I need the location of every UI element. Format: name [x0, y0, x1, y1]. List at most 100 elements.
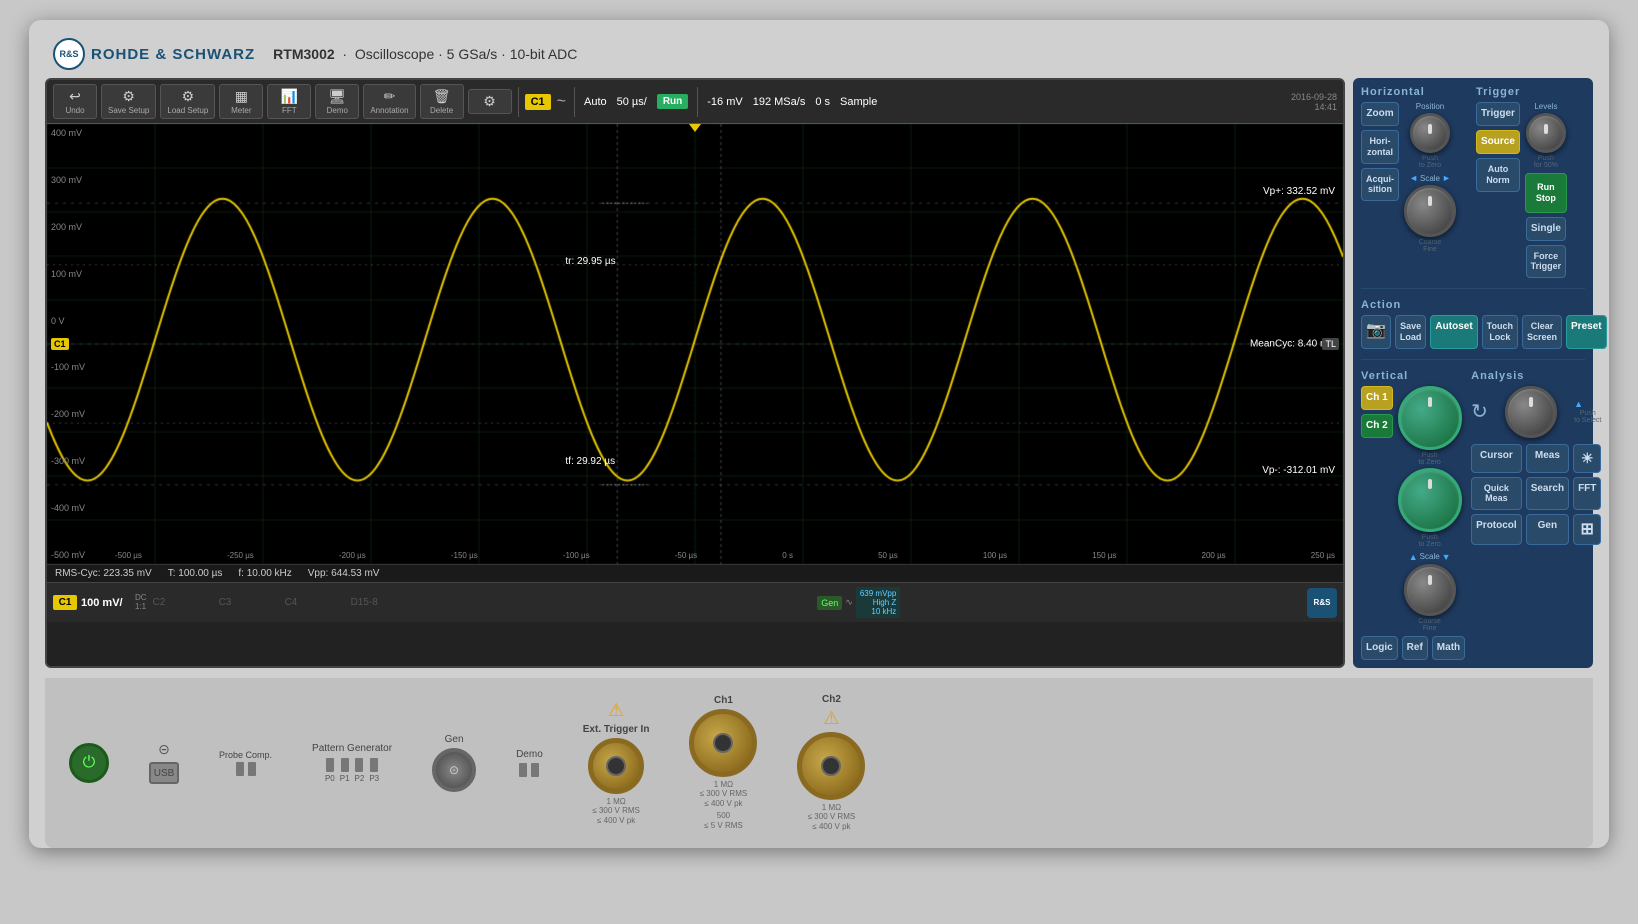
run-status-readout: Run	[657, 94, 688, 109]
source-button[interactable]: Source	[1476, 130, 1520, 154]
horizontal-controls: Zoom Hori- zontal Acqui- sition Position…	[1361, 102, 1470, 253]
bottom-panel: ⏻ ⊝ USB Probe Comp. Pattern Generator P0	[45, 678, 1593, 848]
analysis-title: Analysis	[1471, 370, 1601, 382]
run-stop-button[interactable]: Run Stop	[1525, 173, 1567, 213]
refresh-icon[interactable]: ↻	[1471, 399, 1488, 424]
model-info: RTM3002 · Oscilloscope · 5 GSa/s · 10-bi…	[273, 46, 577, 62]
p0-label: P0	[325, 774, 335, 783]
load-setup-icon: ⚙	[182, 88, 195, 105]
toolbar: ↩ Undo ⚙ Save Setup ⚙ Load Setup ▦ Meter…	[47, 80, 1343, 124]
horizontal-button[interactable]: Hori- zontal	[1361, 130, 1399, 164]
save-setup-icon: ⚙	[122, 88, 135, 105]
logic-button[interactable]: Logic	[1361, 636, 1398, 660]
analysis-grid: Cursor Meas ☀ Quick Meas Search FFT Prot…	[1471, 444, 1601, 546]
power-button[interactable]: ⏻	[69, 743, 109, 783]
sample-rate-val: 192 MSa/s	[753, 96, 806, 108]
save-load-button[interactable]: Save Load	[1395, 315, 1427, 349]
demo-button[interactable]: 🖥 Demo	[315, 84, 359, 119]
brightness-button[interactable]: ☀	[1573, 444, 1601, 473]
probe-comp-section: Probe Comp.	[219, 750, 272, 776]
channel-indicator: C1	[525, 94, 551, 110]
delete-button[interactable]: 🗑 Delete	[420, 84, 464, 119]
quick-meas-button[interactable]: Quick Meas	[1471, 477, 1522, 511]
ref-button[interactable]: Ref	[1402, 636, 1428, 660]
brand-name: ROHDE & SCHWARZ	[91, 46, 255, 63]
zoom-button[interactable]: Zoom	[1361, 102, 1399, 126]
force-trigger-button[interactable]: Force Trigger	[1526, 245, 1567, 279]
brand-logo: R&S ROHDE & SCHWARZ	[53, 38, 255, 70]
analysis-knob[interactable]	[1505, 386, 1557, 438]
vpp-badge: 639 mVpp High Z 10 kHz	[856, 587, 900, 618]
analysis-knob-labels: ▲ Push to Select	[1574, 399, 1601, 424]
save-setup-button[interactable]: ⚙ Save Setup	[101, 84, 156, 119]
settings-button[interactable]: ⚙	[468, 89, 512, 114]
autoset-button[interactable]: Autoset	[1430, 315, 1477, 349]
clear-screen-button[interactable]: Clear Screen	[1522, 315, 1562, 349]
trigger-button[interactable]: Trigger	[1476, 102, 1520, 126]
acquisition-button[interactable]: Acqui- sition	[1361, 168, 1399, 202]
ch1-slot: C1 100 mV/ DC 1:1	[53, 594, 147, 612]
math-button[interactable]: Math	[1432, 636, 1465, 660]
cursor-button[interactable]: Cursor	[1471, 444, 1522, 473]
preset-button[interactable]: Preset	[1566, 315, 1607, 349]
analysis-fft-button[interactable]: FFT	[1573, 477, 1601, 511]
bnc-inner-ch1	[713, 733, 733, 753]
fft-button[interactable]: 📊 FFT	[267, 84, 311, 119]
undo-button[interactable]: ↩ Undo	[53, 84, 97, 119]
model-number: RTM3002	[273, 46, 334, 62]
position-knob-area: Position Push to Zero ◄ Scale ► Coarse F…	[1404, 102, 1456, 253]
load-setup-label: Load Setup	[167, 106, 208, 115]
acquisition-mode: Auto	[584, 96, 607, 108]
ch1-button[interactable]: Ch 1	[1361, 386, 1393, 410]
demo-label: Demo	[327, 106, 348, 115]
ext-trigger-label: Ext. Trigger In	[583, 724, 650, 735]
v-position-knob-ch2[interactable]	[1398, 468, 1462, 532]
gen-label: Gen	[445, 734, 464, 745]
v-scale-knob[interactable]	[1404, 564, 1456, 616]
ch4-slot[interactable]: C4	[285, 597, 345, 608]
action-section: Action 📷 Save Load Autoset Touch Lock Cl…	[1361, 299, 1585, 349]
meter-button[interactable]: ▦ Meter	[219, 84, 263, 119]
p0-pin: P0	[325, 758, 335, 783]
usb-section: ⊝ USB	[149, 741, 179, 784]
protocol-button[interactable]: Protocol	[1471, 514, 1522, 545]
search-button[interactable]: Search	[1526, 477, 1569, 511]
annotation-button[interactable]: ✏ Annotation	[363, 84, 415, 119]
freq-status: f: 10.00 kHz	[238, 568, 291, 579]
p3-label: P3	[369, 774, 379, 783]
v-position-knob-ch1[interactable]	[1398, 386, 1462, 450]
position-knob[interactable]	[1410, 113, 1450, 153]
trigger-levels-knob[interactable]	[1526, 113, 1566, 153]
ch2-connector-section: Ch2 ⚠ 1 MΩ≤ 300 V RMS≤ 400 V pk	[797, 694, 865, 832]
gen-analysis-button[interactable]: Gen	[1526, 514, 1569, 545]
push-to-zero-label: Push to Zero	[1419, 155, 1441, 169]
auto-norm-button[interactable]: Auto Norm	[1476, 158, 1520, 192]
trigger-buttons: Trigger Source Auto Norm	[1476, 102, 1520, 278]
demo-pin-1	[519, 763, 527, 777]
touch-lock-button[interactable]: Touch Lock	[1482, 315, 1518, 349]
ch2-connector-label: Ch2	[822, 694, 841, 705]
fft-label: FFT	[282, 106, 297, 115]
d15-8-slot[interactable]: D15-8	[351, 597, 411, 608]
ch2-button[interactable]: Ch 2	[1361, 414, 1393, 438]
trigger-knob-area: Levels Push for 50% Run Stop Single Forc…	[1525, 102, 1567, 278]
vertical-title: Vertical	[1361, 370, 1465, 382]
ch3-slot[interactable]: C3	[219, 597, 279, 608]
ch2-slot[interactable]: C2	[153, 597, 213, 608]
toolbar-separator-2	[574, 87, 575, 117]
oscilloscope-display: 400 mV 300 mV 200 mV 100 mV 0 V -100 mV …	[47, 124, 1343, 564]
meas-button[interactable]: Meas	[1526, 444, 1569, 473]
apps-button[interactable]: ⊞	[1573, 514, 1601, 545]
fft-icon: 📊	[281, 88, 298, 105]
ch1-specs-label: 1 MΩ≤ 300 V RMS≤ 400 V pk	[700, 780, 748, 809]
single-button[interactable]: Single	[1526, 217, 1566, 241]
load-setup-button[interactable]: ⚙ Load Setup	[160, 84, 215, 119]
ch1-badge[interactable]: C1	[53, 595, 77, 610]
vert-analysis-row: Vertical Ch 1 Ch 2 Push to Zero Push to …	[1361, 370, 1585, 660]
time-offset-val: 0 s	[815, 96, 830, 108]
analysis-knob-row: ↻ ▲ Push to Select	[1471, 386, 1601, 438]
h-scale-knob[interactable]	[1404, 185, 1456, 237]
ext-trigger-section: ⚠ Ext. Trigger In 1 MΩ≤ 300 V RMS≤ 400 V…	[583, 700, 650, 826]
camera-button[interactable]: 📷	[1361, 315, 1391, 349]
probe-pin-2	[248, 762, 256, 776]
